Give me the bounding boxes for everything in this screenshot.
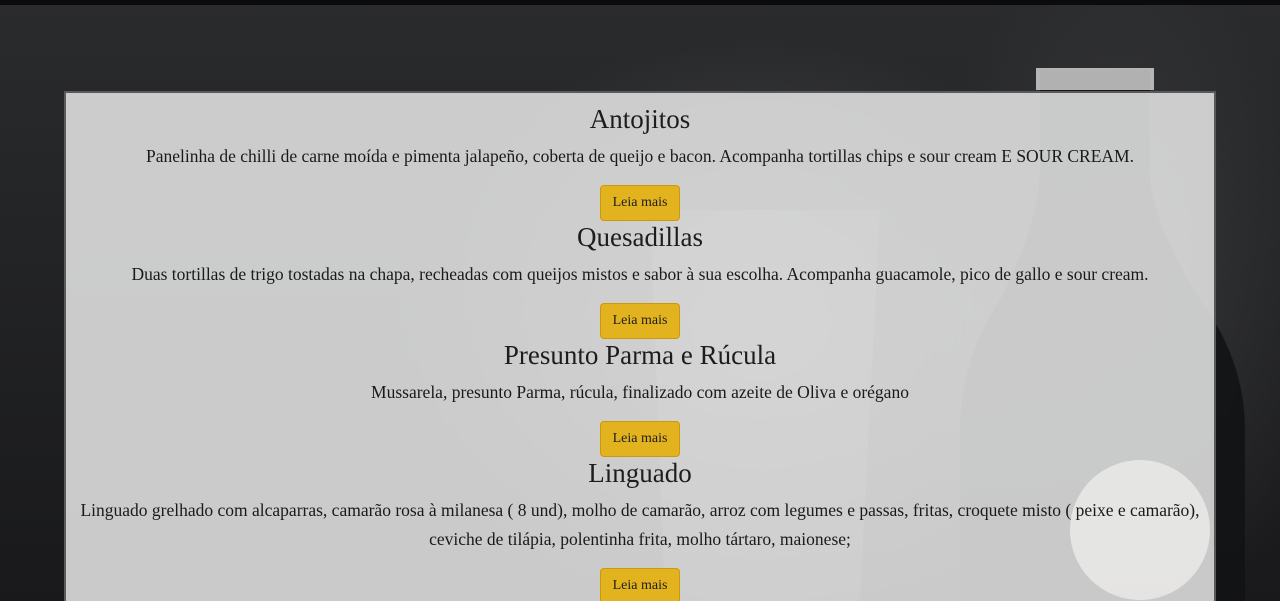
menu-item: Linguado Linguado grelhado com alcaparra…: [66, 457, 1214, 601]
menu-item-description: Panelinha de chilli de carne moída e pim…: [146, 146, 1134, 166]
menu-item-title: Presunto Parma e Rúcula: [503, 340, 777, 370]
menu-item-title: Quesadillas: [577, 222, 703, 252]
menu-item-title: Antojitos: [589, 104, 691, 134]
menu-panel: Antojitos Panelinha de chilli de carne m…: [64, 91, 1216, 601]
menu-item-description: Duas tortillas de trigo tostadas na chap…: [131, 264, 1149, 284]
read-more-button[interactable]: Leia mais: [599, 421, 681, 457]
read-more-button[interactable]: Leia mais: [599, 568, 681, 601]
menu-item: Quesadillas Duas tortillas de trigo tost…: [66, 221, 1214, 339]
menu-item: Antojitos Panelinha de chilli de carne m…: [66, 93, 1214, 221]
menu-item-description: Mussarela, presunto Parma, rúcula, final…: [371, 382, 909, 402]
top-divider: [0, 0, 1280, 5]
menu-item-title: Linguado: [588, 458, 692, 488]
read-more-button[interactable]: Leia mais: [599, 185, 681, 221]
menu-item: Presunto Parma e Rúcula Mussarela, presu…: [66, 339, 1214, 457]
menu-item-description: Linguado grelhado com alcaparras, camarã…: [80, 500, 1200, 549]
read-more-button[interactable]: Leia mais: [599, 303, 681, 339]
